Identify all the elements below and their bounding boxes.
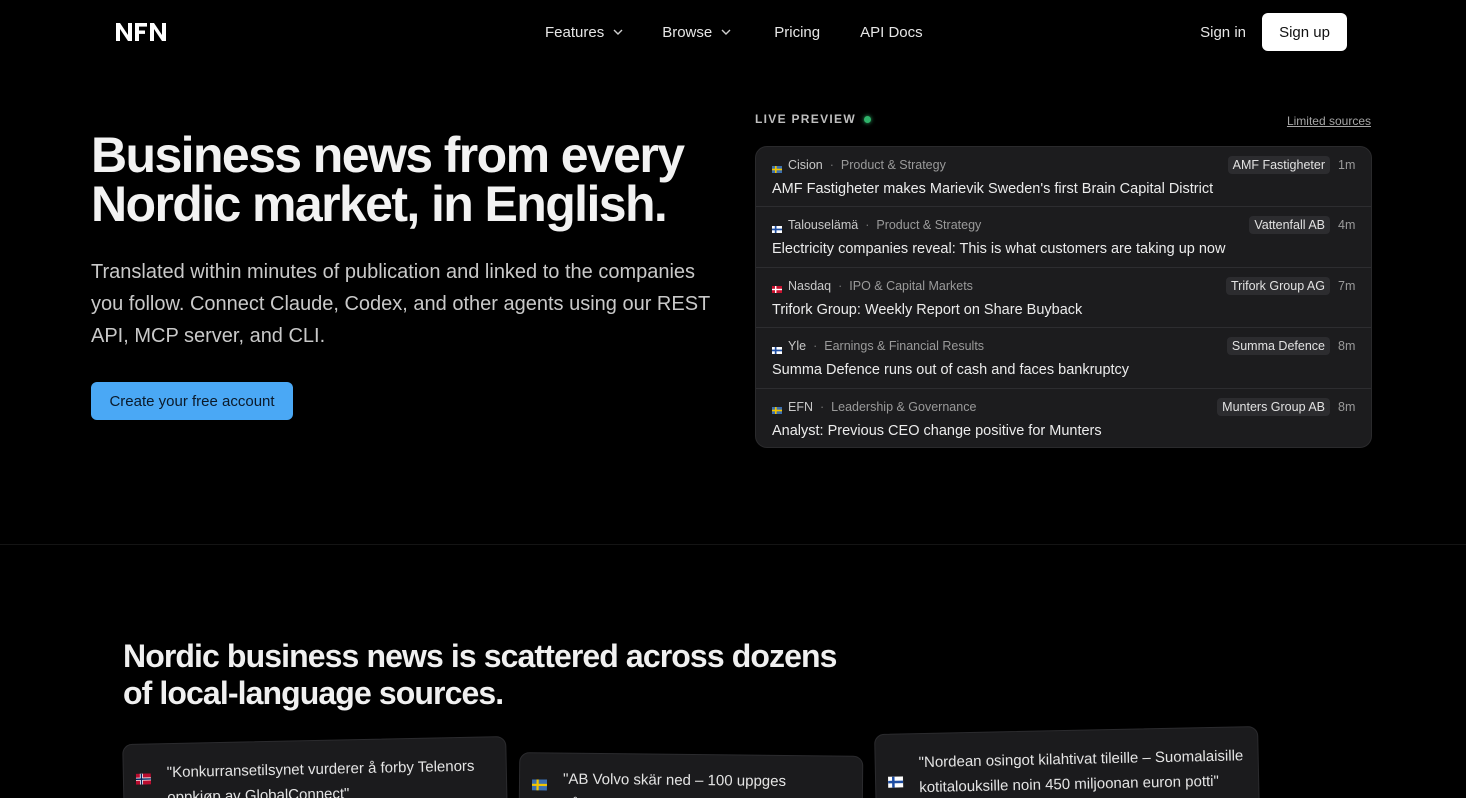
news-row[interactable]: Nasdaq · IPO & Capital Markets Trifork G… [756,268,1371,329]
news-source: Yle [788,339,807,354]
news-headline: Trifork Group: Weekly Report on Share Bu… [772,301,1083,318]
news-category: Product & Strategy [876,218,982,233]
news-category: IPO & Capital Markets [849,278,973,293]
news-time: 8m [1338,339,1356,354]
news-time: 4m [1338,218,1356,233]
news-row[interactable]: Cision · Product & Strategy AMF Fastighe… [756,147,1371,208]
news-time: 7m [1338,278,1356,293]
meta-separator: · [820,399,825,414]
news-headline: Electricity companies reveal: This is wh… [772,241,1226,258]
auth-actions: Sign in Sign up [1200,13,1347,51]
quote-card: "Konkurransetilsynet vurderer å forby Te… [122,735,508,798]
live-status-dot-icon [863,115,871,123]
news-meta: Nasdaq · IPO & Capital Markets [772,278,973,294]
news-meta: Talouselämä · Product & Strategy [772,218,982,233]
quote-text: "AB Volvo skär ned – 100 uppges påverkas… [562,770,787,798]
news-source: EFN [788,399,813,414]
quote-card: "AB Volvo skär ned – 100 uppges påverkas… [518,752,864,798]
news-meta: Cision · Product & Strategy [772,158,946,173]
news-source: Talouselämä [788,218,859,233]
limited-sources-link[interactable]: Limited sources [1287,114,1371,128]
news-source: Nasdaq [788,278,832,293]
live-preview-label: LIVE PREVIEW [755,112,871,126]
news-row[interactable]: Yle · Earnings & Financial Results Summa… [756,328,1371,389]
finland-flag-icon [887,770,904,789]
sweden-flag-icon [531,773,548,791]
nav-api-docs[interactable]: API Docs [860,22,923,42]
news-category: Leadership & Governance [831,399,977,414]
meta-separator: · [813,339,818,354]
news-right-meta: Vattenfall AB 4m [1249,216,1356,235]
meta-separator: · [838,278,843,293]
live-news-feed: Cision · Product & Strategy AMF Fastighe… [755,146,1372,448]
nav-pricing-label: Pricing [774,23,821,41]
chevron-down-icon [721,27,731,37]
news-time: 8m [1338,399,1356,414]
company-tag[interactable]: Summa Defence [1226,337,1330,356]
news-row[interactable]: Talouselämä · Product & Strategy Electri… [756,207,1371,268]
news-headline: Summa Defence runs out of cash and faces… [772,362,1130,379]
norway-flag-icon [135,767,152,785]
create-account-button[interactable]: Create your free account [91,382,293,420]
denmark-flag-icon [772,282,782,294]
company-tag[interactable]: Trifork Group AG [1225,276,1330,295]
news-right-meta: Trifork Group AG 7m [1225,276,1356,295]
quote-card: "Nordean osingot kilahtivat tileille – S… [874,725,1260,798]
news-headline: AMF Fastigheter makes Marievik Sweden's … [772,181,1214,197]
finland-flag-icon [772,343,782,354]
news-meta: EFN · Leadership & Governance [772,399,977,415]
nav-browse[interactable]: Browse [662,22,731,42]
nav-features[interactable]: Features [545,22,623,42]
company-tag[interactable]: Munters Group AB [1217,397,1330,416]
company-tag[interactable]: AMF Fastigheter [1227,156,1330,174]
news-meta: Yle · Earnings & Financial Results [772,339,985,354]
nav-pricing[interactable]: Pricing [774,22,820,42]
section-title: Nordic business news is scattered across… [123,638,837,711]
nav-browse-label: Browse [662,23,713,41]
news-headline: Analyst: Previous CEO change positive fo… [772,422,1102,439]
section-divider [0,544,1466,545]
nav-api-docs-label: API Docs [860,23,923,41]
nfn-logo[interactable] [116,21,169,43]
nav-features-label: Features [545,23,605,41]
quote-text: "Nordean osingot kilahtivat tileille – S… [918,747,1244,797]
main-nav: Features Browse Pricing API Docs [545,22,923,42]
meta-separator: · [865,218,870,233]
live-preview-text: LIVE PREVIEW [755,112,856,126]
top-nav: Features Browse Pricing API Docs Sign in… [0,0,1466,64]
nfn-logo-mark [116,23,166,41]
hero-subtitle: Translated within minutes of publication… [91,261,710,347]
news-right-meta: Munters Group AB 8m [1217,397,1356,416]
news-time: 1m [1338,158,1356,172]
hero-title: Business news from every Nordic market, … [91,127,685,232]
news-right-meta: AMF Fastigheter 1m [1227,156,1356,174]
company-tag[interactable]: Vattenfall AB [1249,216,1330,235]
sweden-flag-icon [772,403,782,415]
finland-flag-icon [772,222,782,233]
chevron-down-icon [613,27,623,37]
news-row[interactable]: EFN · Leadership & Governance Analyst: P… [756,389,1371,447]
quote-text: "Konkurransetilsynet vurderer å forby Te… [166,757,475,798]
news-right-meta: Summa Defence 8m [1226,337,1356,356]
sign-in-link[interactable]: Sign in [1200,24,1246,41]
sweden-flag-icon [772,162,782,173]
news-category: Product & Strategy [840,158,946,172]
news-source: Cision [788,158,823,172]
news-category: Earnings & Financial Results [824,339,985,354]
meta-separator: · [829,158,834,172]
sign-up-button[interactable]: Sign up [1262,13,1347,51]
